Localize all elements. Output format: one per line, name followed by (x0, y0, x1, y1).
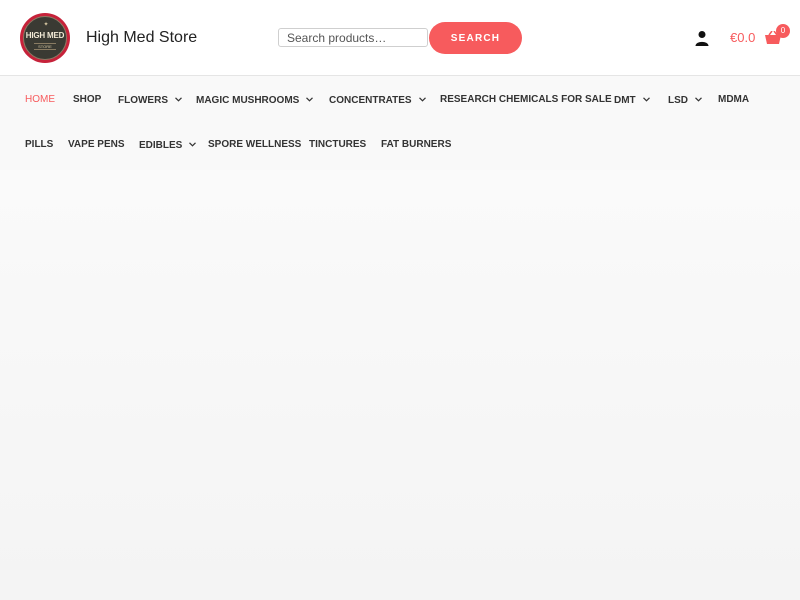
nav-item-magic-mushrooms[interactable]: MAGIC MUSHROOMS (196, 94, 314, 107)
logo-text: HIGH MED (25, 31, 65, 40)
nav-item-concentrates[interactable]: CONCENTRATES (329, 94, 426, 107)
nav-item-label: RESEARCH CHEMICALS FOR SALE (440, 94, 612, 105)
nav-item-label: TINCTURES (309, 139, 367, 150)
nav-item-label: PILLS (25, 139, 54, 150)
cart-count-badge: 0 (776, 24, 790, 38)
nav-item-tinctures[interactable]: TINCTURES (309, 139, 366, 151)
nav-item-label: SHOP (73, 94, 102, 105)
leaf-icon: ✦ (43, 22, 49, 28)
site-header: ✦ HIGH MED STORE High Med Store SEARCH €… (0, 0, 800, 76)
user-icon[interactable] (694, 30, 710, 46)
nav-item-label: LSD (668, 95, 688, 106)
cart-total[interactable]: €0.0 (730, 30, 755, 46)
nav-item-home[interactable]: HOME (25, 94, 55, 106)
nav-item-research-chemicals-for-sale[interactable]: RESEARCH CHEMICALS FOR SALE (440, 94, 612, 106)
nav-item-label: MAGIC MUSHROOMS (196, 95, 300, 106)
nav-item-flowers[interactable]: FLOWERS (118, 94, 182, 107)
search-input[interactable] (278, 28, 428, 47)
nav-item-fat-burners[interactable]: FAT BURNERS (381, 139, 451, 151)
nav-item-vape-pens[interactable]: VAPE PENS (68, 139, 125, 151)
nav-item-spore-wellness[interactable]: SPORE WELLNESS (208, 139, 301, 151)
nav-item-dmt[interactable]: DMT (614, 94, 650, 107)
nav-item-label: SPORE WELLNESS (208, 139, 302, 150)
nav-item-label: HOME (25, 94, 55, 105)
nav-item-lsd[interactable]: LSD (668, 94, 702, 107)
site-logo[interactable]: ✦ HIGH MED STORE (20, 13, 70, 63)
logo-subtext: STORE (34, 43, 56, 50)
search-button[interactable]: SEARCH (429, 22, 522, 54)
site-title[interactable]: High Med Store (86, 28, 197, 48)
nav-item-pills[interactable]: PILLS (25, 139, 53, 151)
nav-item-label: CONCENTRATES (329, 95, 412, 106)
chevron-down-icon (695, 94, 702, 106)
chevron-down-icon (306, 94, 314, 106)
chevron-down-icon (418, 94, 426, 106)
nav-item-label: FLOWERS (118, 95, 168, 106)
nav-item-label: DMT (614, 95, 636, 106)
nav-item-mdma[interactable]: MDMA (718, 94, 749, 106)
nav-item-label: FAT BURNERS (381, 139, 452, 150)
chevron-down-icon (175, 94, 182, 106)
chevron-down-icon (189, 139, 197, 151)
nav-item-label: MDMA (718, 94, 750, 105)
main-navigation: HOME SHOP FLOWERS MAGIC MUSHROOMS CONCENTRAT… (0, 77, 800, 169)
nav-item-edibles[interactable]: EDIBLES (139, 139, 197, 152)
nav-item-label: EDIBLES (139, 140, 183, 151)
nav-item-label: VAPE PENS (68, 139, 125, 150)
nav-item-shop[interactable]: SHOP (73, 94, 101, 106)
chevron-down-icon (642, 94, 650, 106)
logo-badge: ✦ HIGH MED STORE (23, 16, 67, 60)
page-content (0, 170, 800, 600)
